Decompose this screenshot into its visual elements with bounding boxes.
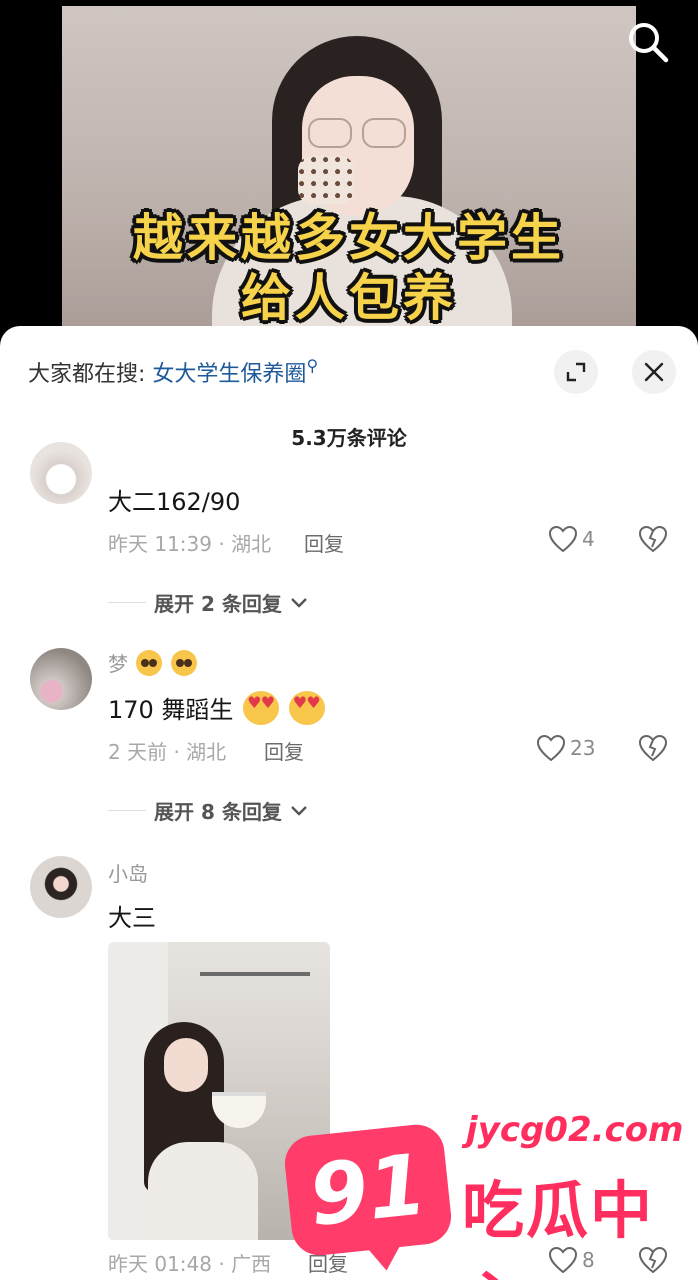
username-text: 梦 (108, 652, 128, 676)
heart-icon (536, 734, 566, 762)
watermark-url: jycg02.com (466, 1110, 684, 1150)
like-button[interactable]: 23 (536, 734, 595, 762)
reply-button[interactable]: 回复 (264, 736, 304, 765)
expand-replies-button[interactable]: 展开 8 条回复 (108, 796, 308, 825)
chevron-down-icon (290, 805, 307, 816)
comment-text: 170 舞蹈生 (108, 690, 325, 725)
comment-username: 小岛 (108, 862, 148, 886)
video-player[interactable]: 越来越多女大学生 给人包养 (0, 0, 698, 340)
watermark-number: 91 (304, 1135, 432, 1245)
like-button[interactable]: 4 (548, 525, 595, 553)
watermark-name: 吃瓜中心 (462, 1174, 655, 1280)
close-icon (644, 362, 664, 382)
dislike-button[interactable] (638, 525, 668, 557)
comment-time-location: 昨天 11:39 · 湖北 (108, 532, 272, 556)
comments-count: 5.3万条评论 (291, 426, 407, 450)
expand-replies-button[interactable]: 展开 2 条回复 (108, 588, 308, 617)
comment-text: 大二162/90 (108, 488, 241, 516)
trending-search-keyword[interactable]: 女大学生保养圈⚲ (152, 356, 318, 387)
pleading-face-emoji (136, 650, 163, 676)
expand-sheet-button[interactable] (554, 350, 598, 394)
trending-search-hint: 大家都在搜: 女大学生保养圈⚲ (28, 356, 318, 388)
avatar[interactable] (30, 856, 92, 918)
trending-search-keyword-text[interactable]: 女大学生保养圈 (152, 362, 306, 387)
search-button[interactable] (624, 18, 672, 66)
comment-text: 大三 (108, 904, 156, 932)
like-count: 4 (582, 527, 595, 551)
reply-button[interactable]: 回复 (304, 528, 344, 557)
heart-eyes-kiss-emoji (243, 691, 280, 725)
like-count: 23 (570, 736, 596, 760)
pleading-face-emoji (170, 650, 197, 676)
expand-replies-label[interactable]: 展开 2 条回复 (154, 588, 282, 617)
search-icon (629, 23, 669, 63)
photo-person-body (148, 1142, 258, 1240)
watermark-badge: 91 (282, 1121, 454, 1259)
photo-person-face (164, 1038, 208, 1092)
broken-heart-icon (638, 525, 668, 553)
trending-search-prefix: 大家都在搜: (28, 362, 146, 387)
magnifier-icon: ⚲ (306, 356, 319, 375)
photo-shelf (200, 972, 310, 976)
chevron-down-icon (290, 597, 307, 608)
divider-line (108, 810, 146, 811)
comment-time-location: 2 天前 · 湖北 (108, 740, 227, 764)
video-glasses-right (362, 118, 406, 148)
avatar[interactable] (30, 442, 92, 504)
dislike-button[interactable] (638, 734, 668, 766)
comment-username: 梦 (108, 648, 197, 677)
video-scarf (298, 156, 354, 204)
broken-heart-icon (638, 734, 668, 762)
avatar[interactable] (30, 648, 92, 710)
expand-replies-label[interactable]: 展开 8 条回复 (154, 796, 282, 825)
comment-time-location: 昨天 01:48 · 广西 (108, 1252, 272, 1276)
heart-eyes-kiss-emoji (288, 691, 325, 725)
divider-line (108, 602, 146, 603)
heart-icon (548, 525, 578, 553)
expand-icon (566, 362, 586, 382)
video-glasses-left (308, 118, 352, 148)
comment-text-content: 170 舞蹈生 (108, 696, 234, 724)
close-sheet-button[interactable] (632, 350, 676, 394)
video-caption-line2: 给人包养 (241, 269, 457, 327)
